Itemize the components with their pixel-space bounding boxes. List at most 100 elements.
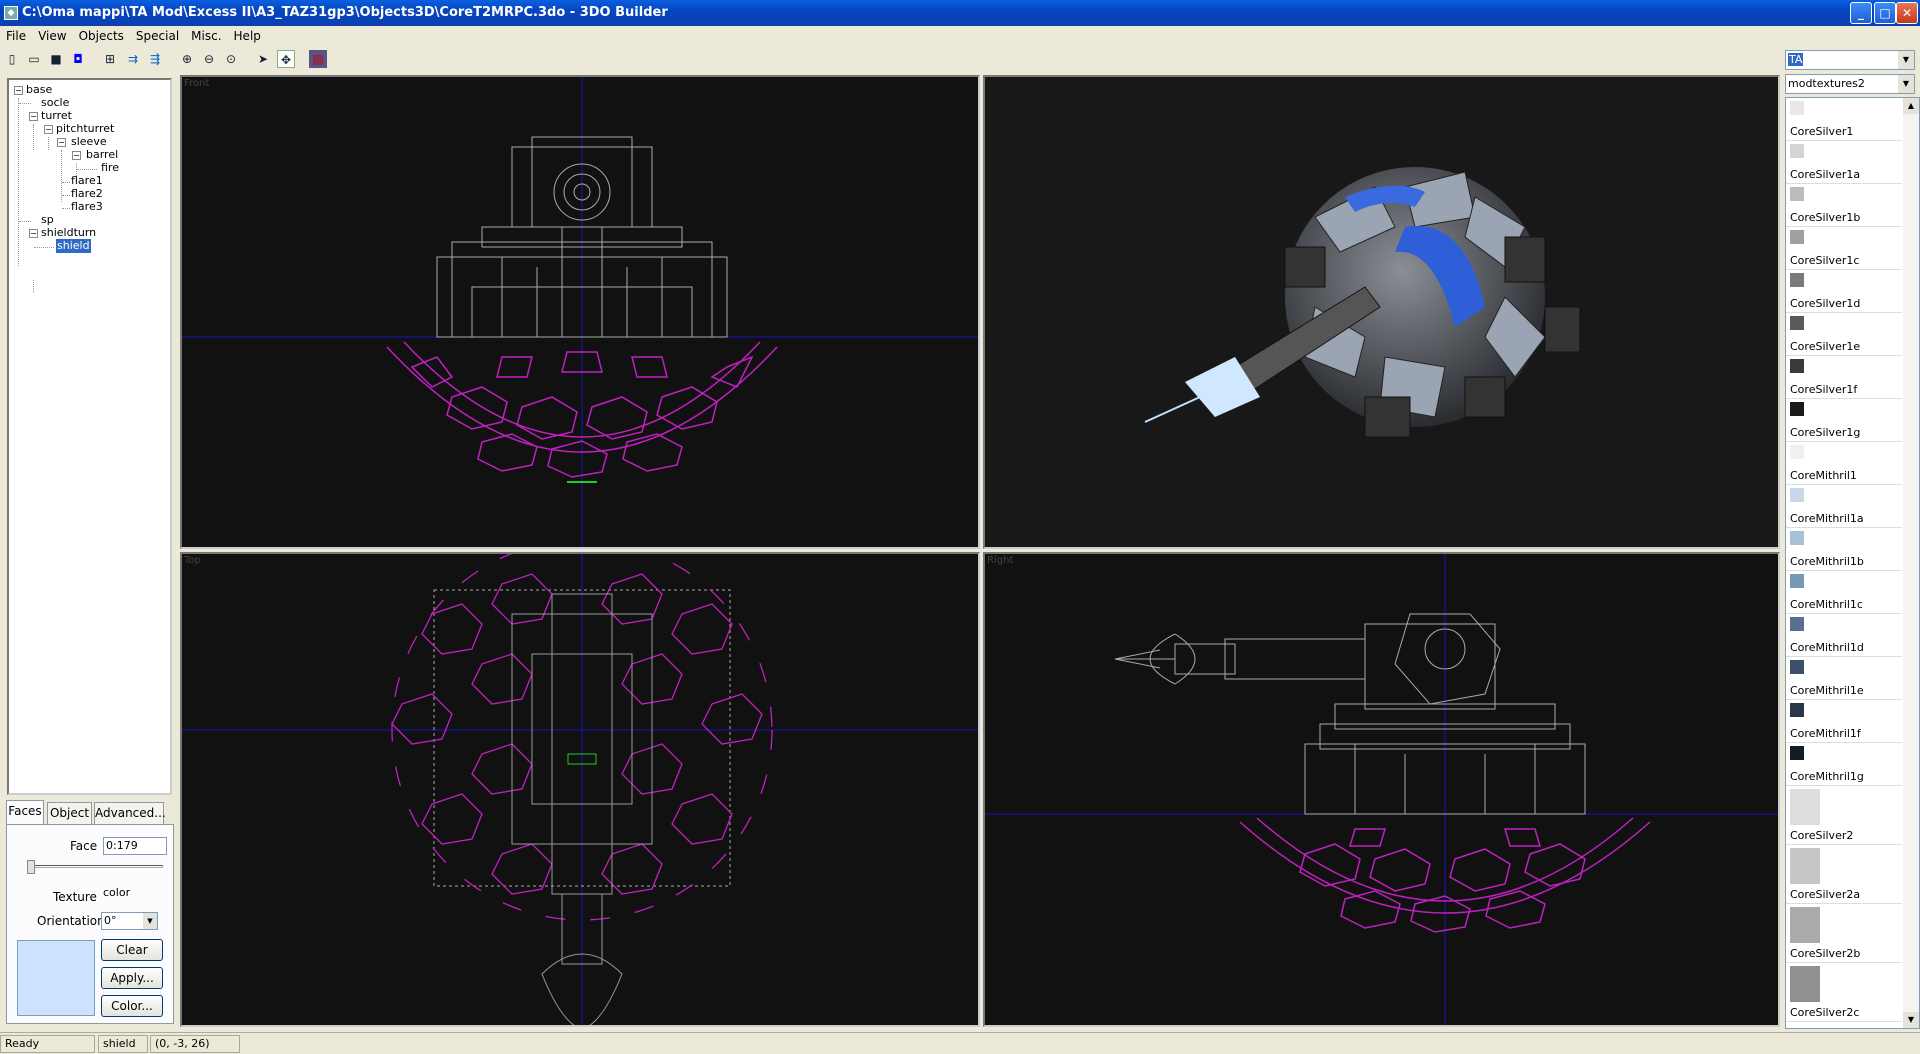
texture-item[interactable]: CoreSilver1g [1786,399,1902,442]
tree-node-barrel[interactable]: barrel [86,148,118,162]
apply-button[interactable]: Apply... [101,967,163,989]
front-viewport[interactable]: Front [180,75,980,549]
menu-objects[interactable]: Objects [73,26,130,46]
menu-view[interactable]: View [32,26,72,46]
tab-advanced[interactable]: Advanced... [94,802,166,824]
texture-item[interactable]: CoreSilver1f [1786,356,1902,399]
new-file-icon[interactable]: ▯ [3,50,21,68]
texture-item[interactable]: CoreMithril1 [1786,442,1902,485]
menu-special[interactable]: Special [130,26,185,46]
texture-item[interactable]: CoreSilver1c [1786,227,1902,270]
tree-node-flare3[interactable]: flare3 [71,200,103,214]
tree-node-flare1[interactable]: flare1 [71,174,103,188]
scroll-down-icon[interactable]: ▼ [1903,1012,1919,1028]
orientation-value: 0° [104,914,117,927]
texture-item[interactable]: CoreSilver1b [1786,184,1902,227]
texture-item[interactable]: CoreSilver1d [1786,270,1902,313]
menu-help[interactable]: Help [228,26,267,46]
texture-item[interactable]: CoreSilver1a [1786,141,1902,184]
texture-name: CoreMithril1e [1790,684,1864,697]
texture-mode-icon[interactable]: ▨ [309,50,327,68]
tree-node-fire[interactable]: fire [101,161,119,175]
tree-node-sp[interactable]: sp [41,213,54,227]
split-icon[interactable]: ⇶ [146,50,164,68]
texture-list-scrollbar[interactable]: ▲ ▼ [1903,98,1919,1028]
texture-item[interactable]: CoreMithril1e [1786,657,1902,700]
status-coords: (0, -3, 26) [150,1035,240,1053]
tree-node-base[interactable]: base [26,83,52,97]
texture-set-value: modtextures2 [1788,77,1865,90]
chevron-down-icon[interactable]: ▼ [143,913,157,929]
texture-item[interactable]: CoreMithril1a [1786,485,1902,528]
open-folder-icon[interactable]: ▭ [25,50,43,68]
tree-node-flare2[interactable]: flare2 [71,187,103,201]
face-field[interactable]: 0:179 [103,837,167,855]
expander-pitchturret[interactable]: − [44,125,53,134]
texture-item[interactable]: CoreSilver2c [1786,963,1902,1022]
texture-item[interactable]: CoreMithril1d [1786,614,1902,657]
right-viewport[interactable]: Right [983,552,1780,1027]
color-swatch [17,940,95,1016]
texture-item[interactable]: CoreSilver1 [1786,98,1902,141]
menu-misc[interactable]: Misc. [185,26,227,46]
scroll-up-icon[interactable]: ▲ [1903,98,1919,114]
minimize-button[interactable]: _ [1850,2,1872,24]
menu-file[interactable]: File [0,26,32,46]
texture-item[interactable]: CoreSilver2a [1786,845,1902,904]
tree-node-shield[interactable]: shield [56,239,91,253]
move-icon[interactable]: ✥ [277,50,295,68]
texture-set-select[interactable]: modtextures2 ▼ [1785,74,1915,94]
expander-shieldturn[interactable]: − [29,229,38,238]
tree-node-socle[interactable]: socle [41,96,69,110]
tree-node-shieldturn[interactable]: shieldturn [41,226,96,240]
expander-base[interactable]: − [14,86,23,95]
add-object-icon[interactable]: ⊞ [101,50,119,68]
texture-item[interactable]: CoreMithril1f [1786,700,1902,743]
tree-node-pitchturret[interactable]: pitchturret [56,122,114,136]
save-icon[interactable]: ■ [47,50,65,68]
texture-list[interactable]: CoreSilver1 CoreSilver1a CoreSilver1b CoreS… [1785,97,1920,1029]
texture-swatch [1790,445,1804,459]
3d-model-render [1144,167,1581,438]
select-arrow-icon[interactable]: ➤ [254,50,272,68]
zoom-fit-icon[interactable]: ⊙ [222,50,240,68]
top-viewport[interactable]: Top [180,552,980,1027]
clear-button[interactable]: Clear [101,939,163,961]
texture-item[interactable]: CoreSilver2 [1786,786,1902,845]
texture-swatch [1790,316,1804,330]
object-tree[interactable]: − base socle − turret − pitchturret − sl… [7,78,172,795]
toolbar: ▯ ▭ ■ ◘ ⊞ ⇉ ⇶ ⊕ ⊖ ⊙ ➤ ✥ ▨ [0,47,1780,71]
close-button[interactable]: ✕ [1896,2,1918,24]
tree-node-turret[interactable]: turret [41,109,72,123]
texture-item[interactable]: CoreMithril1c [1786,571,1902,614]
color-button[interactable]: Color... [101,995,163,1017]
perspective-viewport[interactable] [983,75,1780,549]
import-icon[interactable]: ◘ [69,50,87,68]
tree-node-sleeve[interactable]: sleeve [71,135,107,149]
palette-value: TA [1788,53,1804,66]
zoom-in-icon[interactable]: ⊕ [178,50,196,68]
texture-item[interactable]: CoreMithril1g [1786,743,1902,786]
tab-object[interactable]: Object [47,802,92,824]
chevron-down-icon[interactable]: ▼ [1898,51,1914,69]
texture-value: color [103,886,131,899]
texture-item[interactable]: CoreMithril1b [1786,528,1902,571]
chevron-down-icon[interactable]: ▼ [1898,75,1914,93]
zoom-out-icon[interactable]: ⊖ [200,50,218,68]
face-slider-thumb[interactable] [27,860,35,874]
texture-item[interactable]: CoreSilver2b [1786,904,1902,963]
texture-name: CoreSilver2a [1790,888,1861,901]
expander-sleeve[interactable]: − [57,138,66,147]
expander-turret[interactable]: − [29,112,38,121]
face-slider-track[interactable] [27,865,163,868]
palette-select[interactable]: TA ▼ [1785,50,1915,70]
title-bar: ◆ C:\Oma mappi\TA Mod\Excess II\A3_TAZ31… [0,0,1920,26]
merge-icon[interactable]: ⇉ [124,50,142,68]
texture-label: Texture [53,890,97,904]
maximize-button[interactable]: □ [1874,2,1896,24]
texture-item[interactable]: CoreSilver1e [1786,313,1902,356]
tab-faces[interactable]: Faces [6,800,44,824]
orientation-select[interactable]: 0° ▼ [101,912,158,930]
expander-barrel[interactable]: − [72,151,81,160]
status-object: shield [98,1035,148,1053]
